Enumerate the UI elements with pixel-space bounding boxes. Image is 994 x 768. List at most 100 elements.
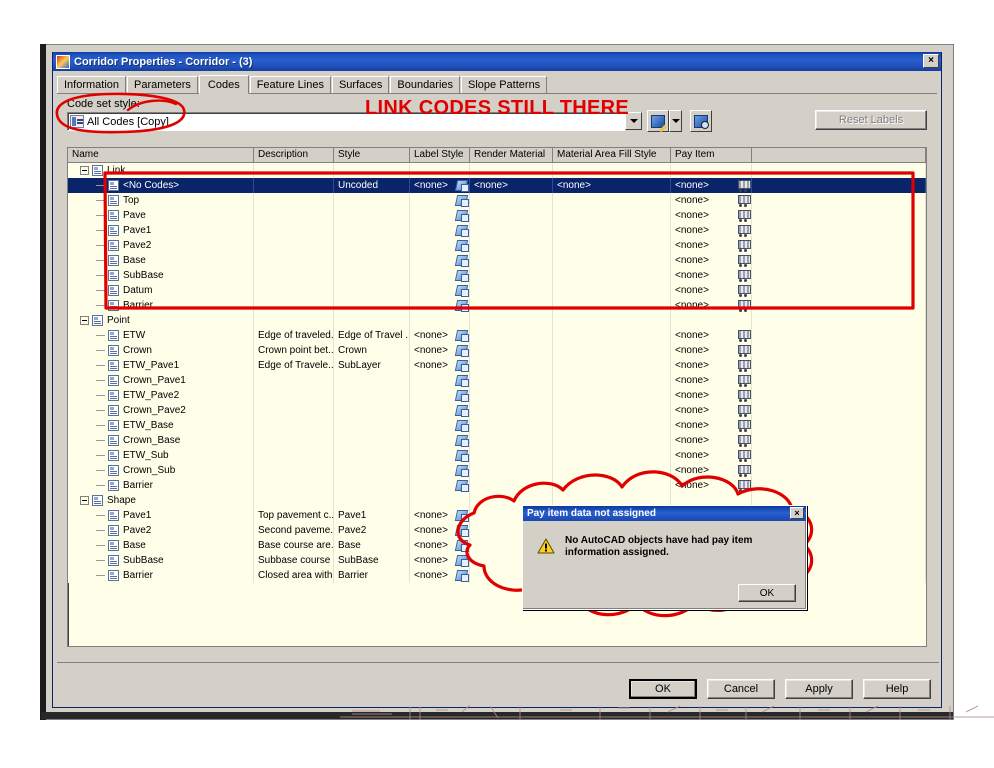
table-row[interactable]: Datum <none>	[68, 283, 926, 298]
label-style-icon[interactable]	[456, 285, 469, 297]
label-style-icon[interactable]	[456, 555, 469, 567]
table-row[interactable]: ETW_Base <none>	[68, 418, 926, 433]
label-style-icon[interactable]	[456, 300, 469, 312]
row-material-area-fill-style	[553, 223, 671, 238]
grid-column-header[interactable]: Style	[334, 148, 410, 162]
code-item-icon	[108, 285, 119, 296]
label-style-icon[interactable]	[456, 210, 469, 222]
pay-item-icon[interactable]	[738, 479, 751, 492]
table-row[interactable]: SubBase <none>	[68, 268, 926, 283]
label-style-icon[interactable]	[456, 540, 469, 552]
collapse-icon[interactable]	[80, 316, 89, 325]
pay-item-icon[interactable]	[738, 239, 751, 252]
help-button[interactable]: Help	[863, 679, 931, 699]
table-row[interactable]: ETW_Pave1 Edge of Travele... SubLayer <none…	[68, 358, 926, 373]
pay-item-icon[interactable]	[738, 419, 751, 432]
pay-item-icon[interactable]	[738, 434, 751, 447]
label-style-icon[interactable]	[456, 465, 469, 477]
grid-column-header[interactable]	[752, 148, 926, 162]
table-row[interactable]: Crown_Base <none>	[68, 433, 926, 448]
apply-button[interactable]: Apply	[785, 679, 853, 699]
label-style-icon[interactable]	[456, 405, 469, 417]
label-style-icon[interactable]	[456, 270, 469, 282]
tab-information[interactable]: Information	[57, 76, 127, 93]
pay-item-icon[interactable]	[738, 329, 751, 342]
label-style-icon[interactable]	[456, 180, 469, 192]
label-style-icon[interactable]	[456, 450, 469, 462]
pay-item-icon[interactable]	[738, 269, 751, 282]
grid-column-header[interactable]: Material Area Fill Style	[553, 148, 671, 162]
table-row[interactable]: ETW Edge of traveled... Edge of Travel ...…	[68, 328, 926, 343]
label-style-icon[interactable]	[456, 195, 469, 207]
group-row[interactable]: Point	[68, 313, 926, 328]
pay-item-icon[interactable]	[738, 344, 751, 357]
collapse-icon[interactable]	[80, 496, 89, 505]
label-style-icon[interactable]	[456, 510, 469, 522]
label-style-icon[interactable]	[456, 375, 469, 387]
pay-item-icon[interactable]	[738, 209, 751, 222]
pay-item-icon[interactable]	[738, 179, 751, 192]
tab-parameters[interactable]: Parameters	[127, 76, 198, 93]
pay-item-icon[interactable]	[738, 389, 751, 402]
pay-item-icon[interactable]	[738, 224, 751, 237]
pay-item-icon[interactable]	[738, 284, 751, 297]
label-style-icon[interactable]	[456, 255, 469, 267]
pay-item-icon[interactable]	[738, 194, 751, 207]
label-style-icon[interactable]	[456, 435, 469, 447]
close-icon[interactable]: ×	[923, 54, 939, 68]
table-row[interactable]: Crown Crown point bet... Crown <none> <none>	[68, 343, 926, 358]
label-style-icon[interactable]	[456, 345, 469, 357]
table-row[interactable]: Pave1 <none>	[68, 223, 926, 238]
label-style-icon[interactable]	[456, 525, 469, 537]
table-row[interactable]: Pave2 <none>	[68, 238, 926, 253]
edit-code-set-style-button[interactable]	[647, 110, 669, 132]
tab-feature-lines[interactable]: Feature Lines	[249, 76, 331, 93]
pay-item-icon[interactable]	[738, 359, 751, 372]
table-row[interactable]: Crown_Pave2 <none>	[68, 403, 926, 418]
cancel-button[interactable]: Cancel	[707, 679, 775, 699]
collapse-icon[interactable]	[80, 166, 89, 175]
pay-item-icon[interactable]	[738, 449, 751, 462]
table-row[interactable]: <No Codes> Uncoded <none> <none> <none> <none…	[68, 178, 926, 193]
tab-slope-patterns[interactable]: Slope Patterns	[461, 76, 548, 93]
tab-boundaries[interactable]: Boundaries	[390, 76, 461, 93]
label-style-icon[interactable]	[456, 240, 469, 252]
grid-column-header[interactable]: Label Style	[410, 148, 470, 162]
pay-item-icon[interactable]	[738, 374, 751, 387]
tab-codes[interactable]: Codes	[198, 75, 249, 94]
grid-column-header[interactable]: Name	[68, 148, 254, 162]
ok-button[interactable]: OK	[629, 679, 697, 699]
table-row[interactable]: Barrier <none>	[68, 298, 926, 313]
grid-column-header[interactable]: Render Material	[470, 148, 553, 162]
table-row[interactable]: Top <none>	[68, 193, 926, 208]
pay-item-icon[interactable]	[738, 404, 751, 417]
label-style-icon[interactable]	[456, 225, 469, 237]
table-row[interactable]: ETW_Pave2 <none>	[68, 388, 926, 403]
table-row[interactable]: Barrier <none>	[68, 478, 926, 493]
pay-item-icon[interactable]	[738, 254, 751, 267]
label-style-icon[interactable]	[456, 420, 469, 432]
pay-item-icon[interactable]	[738, 464, 751, 477]
table-row[interactable]: Pave <none>	[68, 208, 926, 223]
edit-style-dropdown-button[interactable]	[669, 110, 682, 132]
table-row[interactable]: Crown_Pave1 <none>	[68, 373, 926, 388]
row-pay-item-text: <none>	[675, 330, 709, 341]
label-style-icon[interactable]	[456, 570, 469, 582]
modal-close-icon[interactable]: ×	[790, 507, 804, 519]
table-row[interactable]: ETW_Sub <none>	[68, 448, 926, 463]
grid-column-header[interactable]: Pay Item	[671, 148, 752, 162]
label-style-icon[interactable]	[456, 480, 469, 492]
row-material-area-fill-style	[553, 403, 671, 418]
tab-surfaces[interactable]: Surfaces	[331, 76, 390, 93]
preview-style-button[interactable]	[690, 110, 712, 132]
label-style-icon[interactable]	[456, 360, 469, 372]
label-style-icon[interactable]	[456, 390, 469, 402]
pay-item-icon[interactable]	[738, 299, 751, 312]
reset-labels-button[interactable]: Reset Labels	[815, 110, 927, 130]
modal-ok-button[interactable]: OK	[738, 584, 796, 602]
table-row[interactable]: Base <none>	[68, 253, 926, 268]
label-style-icon[interactable]	[456, 330, 469, 342]
group-row[interactable]: Link	[68, 163, 926, 178]
grid-column-header[interactable]: Description	[254, 148, 334, 162]
table-row[interactable]: Crown_Sub <none>	[68, 463, 926, 478]
